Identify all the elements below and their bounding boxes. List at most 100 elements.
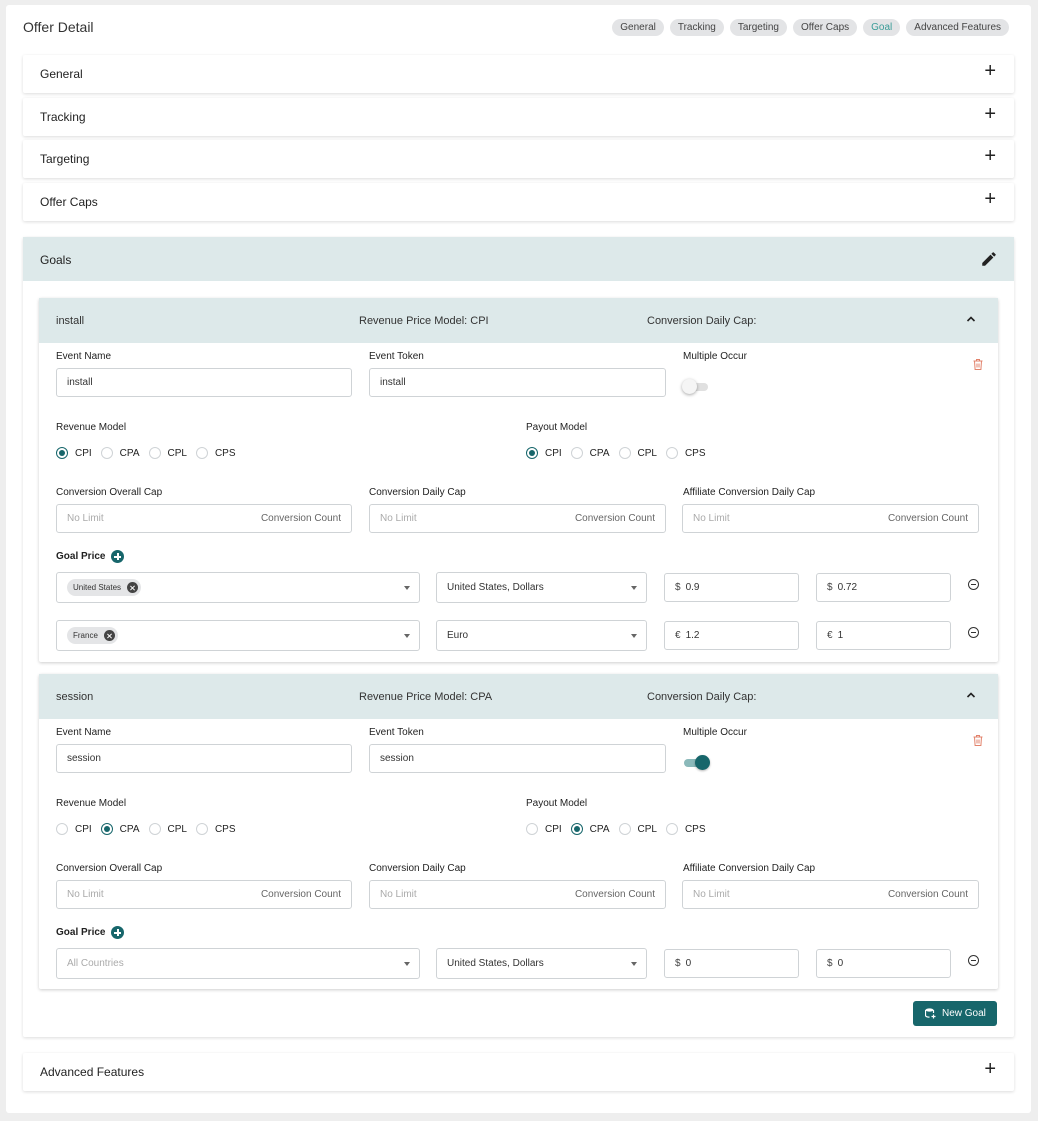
conversion-overall-cap-input[interactable]: No Limit Conversion Count — [56, 504, 352, 533]
multiple-occur-toggle[interactable] — [682, 379, 710, 395]
revenue-price-input[interactable]: €1.2 — [664, 621, 799, 650]
radio-cpl[interactable]: CPL — [618, 447, 657, 459]
affiliate-conversion-daily-cap-input[interactable]: No Limit Conversion Count — [682, 504, 979, 533]
radio-cpl[interactable]: CPL — [618, 823, 657, 835]
nav-chip-targeting[interactable]: Targeting — [729, 19, 787, 36]
nav-chip-offer-caps[interactable]: Offer Caps — [792, 19, 858, 36]
revenue-price-input[interactable]: $0.9 — [664, 573, 799, 602]
radio-circle[interactable] — [526, 447, 538, 459]
goals-header[interactable]: Goals — [23, 237, 1014, 281]
accordion-targeting[interactable]: Targeting + — [23, 140, 1014, 178]
radio-cpi[interactable]: CPI — [526, 823, 562, 835]
placeholder: No Limit — [380, 513, 417, 524]
payout-value: 1 — [837, 630, 844, 641]
remove-tag-icon[interactable] — [127, 582, 139, 593]
payout-price-input[interactable]: €1 — [816, 621, 951, 650]
nav-chip-goal[interactable]: Goal — [863, 19, 901, 36]
radio-cpl[interactable]: CPL — [148, 447, 187, 459]
radio-circle[interactable] — [526, 823, 538, 835]
event-name-input[interactable]: install — [56, 368, 352, 397]
radio-cpa[interactable]: CPA — [570, 823, 610, 835]
radio-circle[interactable] — [618, 823, 631, 835]
conversion-overall-cap-input[interactable]: No Limit Conversion Count — [56, 880, 352, 909]
currency-select[interactable]: United States, Dollars — [436, 572, 647, 603]
remove-price-icon[interactable] — [968, 955, 979, 966]
radio-cps[interactable]: CPS — [665, 823, 706, 835]
remove-price-icon[interactable] — [968, 627, 979, 638]
remove-price-icon[interactable] — [968, 579, 979, 590]
radio-cpl[interactable]: CPL — [148, 823, 187, 835]
expand-plus-icon[interactable]: + — [984, 146, 996, 166]
remove-tag-icon[interactable] — [103, 630, 115, 641]
radio-circle[interactable] — [100, 447, 113, 459]
accordion-offer-caps[interactable]: Offer Caps + — [23, 183, 1014, 221]
radio-circle[interactable] — [56, 823, 68, 835]
revenue-model-radios: CPI CPA CPL CPS — [56, 447, 245, 459]
radio-cpa[interactable]: CPA — [570, 447, 610, 459]
multiple-occur-toggle[interactable] — [682, 755, 710, 771]
radio-circle[interactable] — [665, 823, 678, 835]
radio-circle[interactable] — [148, 823, 161, 835]
radio-circle[interactable] — [100, 823, 113, 835]
input-suffix: Conversion Count — [887, 889, 968, 900]
country-select[interactable]: United States — [56, 572, 420, 603]
radio-cpi[interactable]: CPI — [56, 823, 92, 835]
event-name-label: Event Name — [56, 351, 112, 362]
radio-circle[interactable] — [195, 823, 208, 835]
accordion-general[interactable]: General + — [23, 55, 1014, 93]
conversion-daily-cap-input[interactable]: No Limit Conversion Count — [369, 504, 666, 533]
goal-card-header[interactable]: install Revenue Price Model: CPI Convers… — [39, 298, 998, 343]
radio-cps[interactable]: CPS — [195, 447, 236, 459]
affiliate-conversion-daily-cap-input[interactable]: No Limit Conversion Count — [682, 880, 979, 909]
radio-cpi[interactable]: CPI — [526, 447, 562, 459]
currency-symbol: $ — [827, 582, 833, 593]
nav-chip-advanced-features[interactable]: Advanced Features — [906, 19, 1009, 36]
chevron-up-icon[interactable] — [964, 688, 978, 702]
payout-price-input[interactable]: $0.72 — [816, 573, 951, 602]
radio-cps[interactable]: CPS — [665, 447, 706, 459]
radio-circle[interactable] — [665, 447, 678, 459]
currency-select[interactable]: United States, Dollars — [436, 948, 647, 979]
radio-cps[interactable]: CPS — [195, 823, 236, 835]
pencil-edit-icon[interactable] — [980, 250, 998, 268]
radio-circle[interactable] — [148, 447, 161, 459]
radio-cpi[interactable]: CPI — [56, 447, 92, 459]
expand-plus-icon[interactable]: + — [984, 1059, 996, 1079]
event-token-input[interactable]: session — [369, 744, 666, 773]
nav-chip-tracking[interactable]: Tracking — [669, 19, 724, 36]
radio-label: CPI — [75, 447, 92, 459]
trash-icon[interactable] — [972, 358, 984, 371]
trash-icon[interactable] — [972, 734, 984, 747]
chevron-up-icon[interactable] — [964, 312, 978, 326]
event-token-input[interactable]: install — [369, 368, 666, 397]
radio-circle[interactable] — [618, 447, 631, 459]
offer-detail-page: Offer Detail General Tracking Targeting … — [6, 5, 1031, 1113]
currency-select[interactable]: Euro — [436, 620, 647, 651]
expand-plus-icon[interactable]: + — [984, 189, 996, 209]
expand-plus-icon[interactable]: + — [984, 61, 996, 81]
radio-circle[interactable] — [570, 447, 583, 459]
payout-model-radios: CPI CPA CPL CPS — [526, 447, 715, 459]
payout-price-input[interactable]: $0 — [816, 949, 951, 978]
goal-card-session: session Revenue Price Model: CPA Convers… — [39, 674, 998, 989]
accordion-tracking[interactable]: Tracking + — [23, 98, 1014, 136]
country-select[interactable]: France — [56, 620, 420, 651]
revenue-price-input[interactable]: $0 — [664, 949, 799, 978]
country-select[interactable]: All Countries — [56, 948, 420, 979]
add-price-icon[interactable] — [111, 926, 124, 939]
radio-circle[interactable] — [570, 823, 583, 835]
radio-circle[interactable] — [56, 447, 68, 459]
radio-cpa[interactable]: CPA — [100, 447, 140, 459]
event-name-input[interactable]: session — [56, 744, 352, 773]
caret-down-icon — [631, 586, 637, 590]
expand-plus-icon[interactable]: + — [984, 104, 996, 124]
radio-circle[interactable] — [195, 447, 208, 459]
new-goal-button[interactable]: New Goal — [913, 1001, 997, 1026]
conversion-daily-cap-input[interactable]: No Limit Conversion Count — [369, 880, 666, 909]
radio-cpa[interactable]: CPA — [100, 823, 140, 835]
goal-card-header[interactable]: session Revenue Price Model: CPA Convers… — [39, 674, 998, 719]
radio-label: CPS — [684, 447, 706, 459]
nav-chip-general[interactable]: General — [612, 19, 664, 36]
add-price-icon[interactable] — [111, 550, 124, 563]
accordion-advanced-features[interactable]: Advanced Features + — [23, 1053, 1014, 1091]
